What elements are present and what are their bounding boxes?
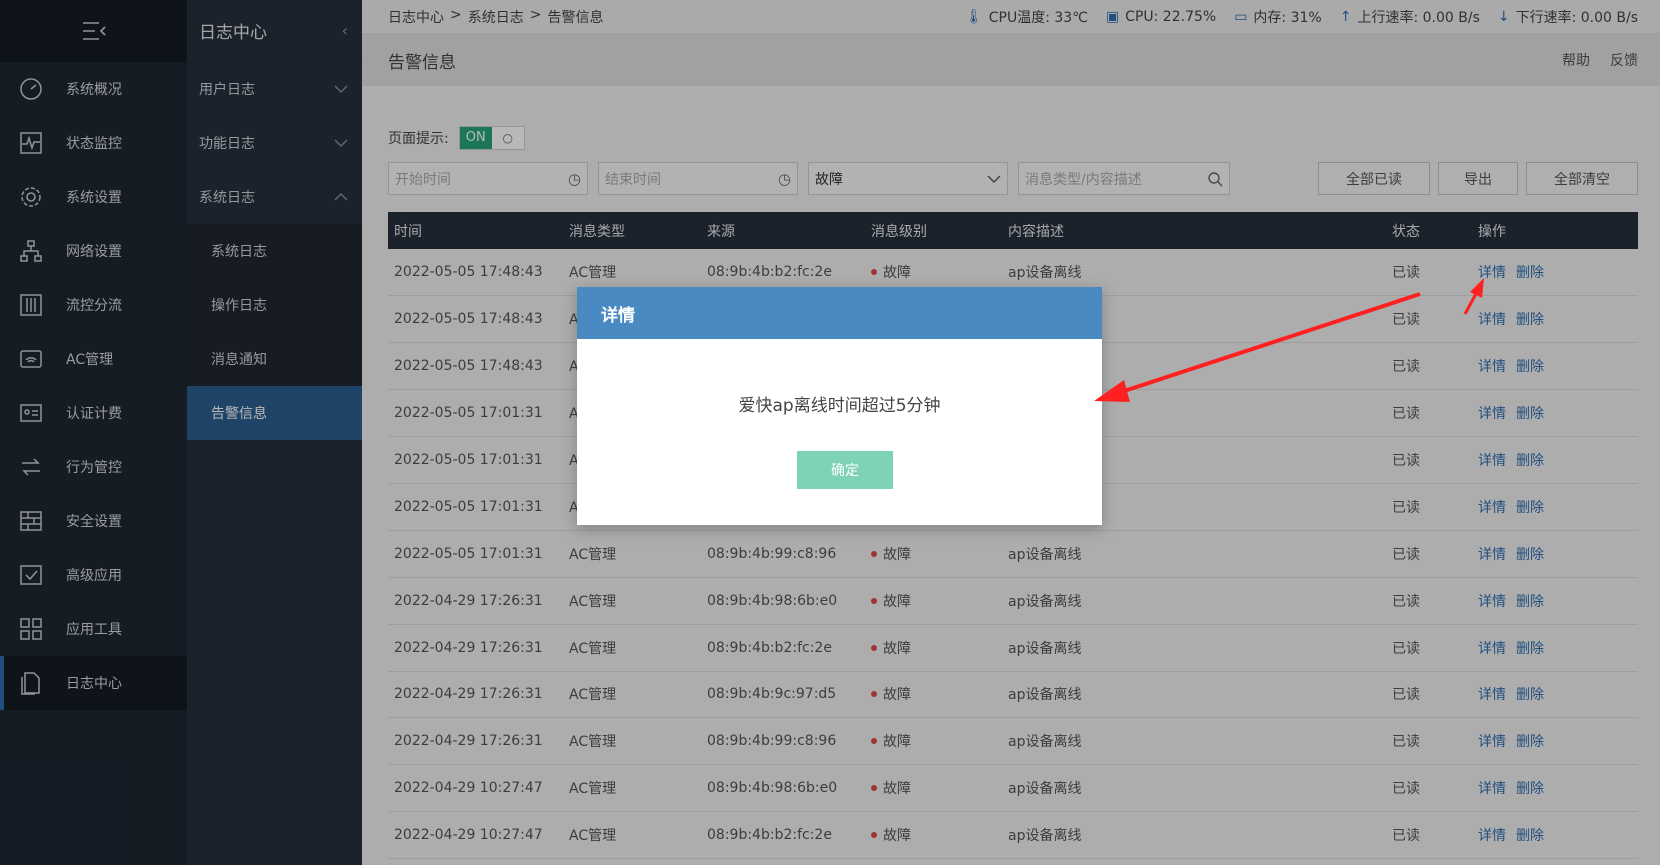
dialog-title: 详情 [577,287,1102,339]
detail-dialog: 详情 爱快ap离线时间超过5分钟 确定 [577,287,1102,525]
confirm-button[interactable]: 确定 [797,451,893,489]
dialog-message: 爱快ap离线时间超过5分钟 [738,396,941,416]
